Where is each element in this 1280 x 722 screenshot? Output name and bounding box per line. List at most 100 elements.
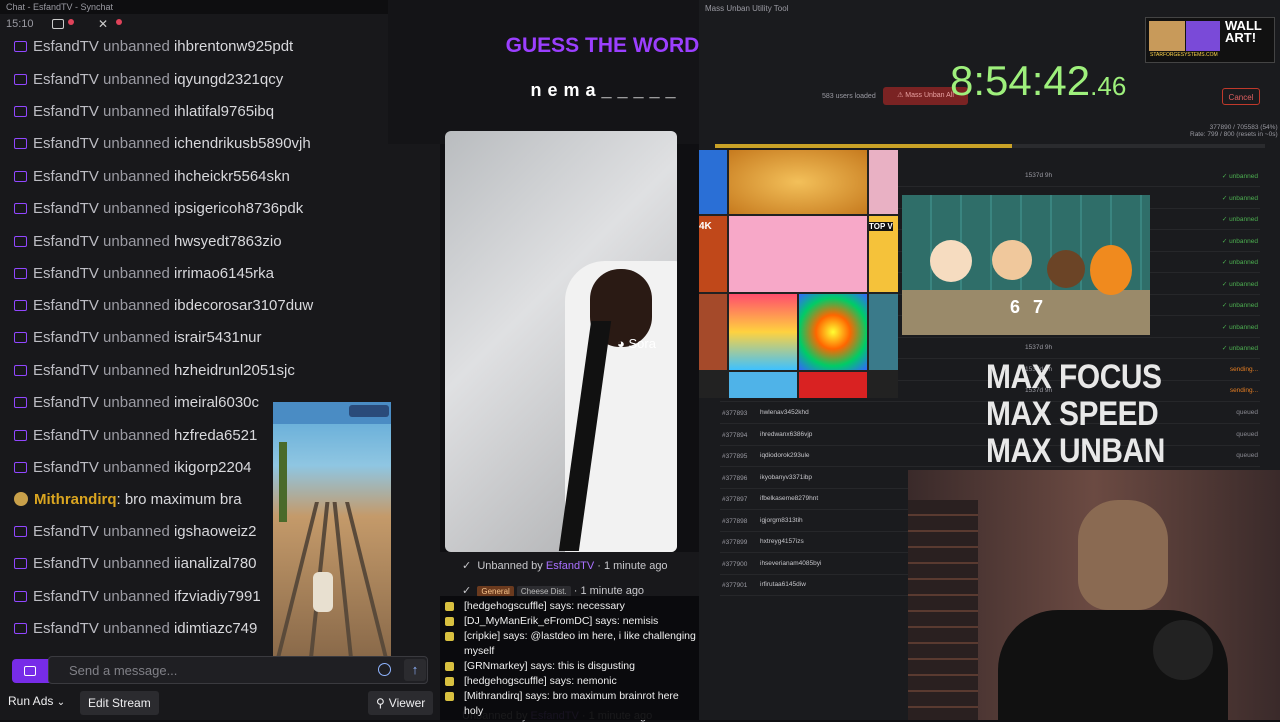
row-username: ifbelkaseme8279hnt [760,495,819,502]
row-id: #377896 [722,474,748,482]
row-status: ✓ unbanned [1221,345,1258,352]
row-username: irfirutaa6145diw [760,581,806,588]
chat-username[interactable]: EsfandTV [33,427,99,444]
chat-username[interactable]: EsfandTV [33,588,99,605]
mod-action-icon [14,558,27,569]
mod-action-icon [14,591,27,602]
chat-target-user[interactable]: ipsigericoh8736pdk [174,200,303,217]
chat-username[interactable]: EsfandTV [33,265,99,282]
chat-verb: unbanned [103,459,170,476]
chat-target-user[interactable]: ifzviadiy7991 [174,588,261,605]
chat-icon[interactable] [52,19,64,29]
progress-text: 377890 / 705583 (54%) Rate: 799 / 800 (re… [1190,124,1278,138]
chat-username[interactable]: EsfandTV [33,523,99,540]
chat-message: EsfandTV unbanned hzfreda6521 [14,427,257,444]
chat-username[interactable]: EsfandTV [33,38,99,55]
chat-target-user[interactable]: israir5431nur [174,329,262,346]
chat-username[interactable]: EsfandTV [33,297,99,314]
chat-message: EsfandTV unbanned irrimao6145rka [14,265,274,282]
chat-target-user[interactable]: ihlatifal9765ibq [174,103,274,120]
runner-character [313,572,333,612]
chat-message-text: : bro maximum bra [116,491,242,508]
chat-window-title: Chat - EsfandTV - Synchat [0,0,440,14]
chat-target-user[interactable]: hwsyedt7863zio [174,233,282,250]
chat-username[interactable]: EsfandTV [33,459,99,476]
sora-video: ◕ Sora [445,131,677,552]
ban-duration: 1537d 9h [1025,172,1053,179]
chat-message: EsfandTV unbanned ihcheickr5564skn [14,168,290,185]
tts-message: [hedgehogscuffle] says: nemonic [464,675,617,687]
cancel-button[interactable]: Cancel [1222,88,1260,105]
chat-username[interactable]: EsfandTV [33,200,99,217]
timer-main: 8:54:42 [950,57,1091,104]
chat-username[interactable]: Mithrandirq [34,491,117,508]
tts-speaker-icon [445,662,454,671]
tts-message: [cripkie] says: @lastdeo im here, i like… [464,630,696,642]
edit-stream-button[interactable]: Edit Stream [80,691,159,715]
row-username: igjorgm8313tih [760,516,803,524]
chat-target-user[interactable]: ichendrikusb5890vjh [174,135,311,152]
chat-username[interactable]: EsfandTV [33,233,99,250]
mod-tools-icon[interactable]: ✕ [98,17,108,31]
chat-username[interactable]: EsfandTV [33,394,99,411]
chat-username[interactable]: EsfandTV [33,555,99,572]
chat-target-user[interactable]: hzheidrunl2051sjc [174,362,295,379]
tts-speaker-icon [445,677,454,686]
chat-username[interactable]: EsfandTV [33,362,99,379]
chat-username[interactable]: EsfandTV [33,620,99,637]
emote-picker-icon[interactable] [378,663,391,676]
wall-art-sub: STARFORGESYSTEMS.COM [1150,52,1218,58]
chat-username[interactable]: EsfandTV [33,168,99,185]
character-butters [930,240,972,282]
streamer-head [1078,500,1168,610]
chat-username[interactable]: EsfandTV [33,329,99,346]
chat-target-user[interactable]: ibdecorosar3107duw [174,297,313,314]
row-id: #377898 [722,517,748,525]
chat-verb: unbanned [103,71,170,88]
progress-count: 377890 / 705583 (54%) [1209,124,1278,131]
row-status: ✓ unbanned [1221,302,1258,309]
mod-action-icon [14,526,27,537]
run-ads-button[interactable]: Run Ads ⌄ [8,694,65,708]
character-token [1047,250,1085,288]
chat-target-user[interactable]: hzfreda6521 [174,427,257,444]
chat-verb: unbanned [103,620,170,637]
sora-label: Sora [628,336,656,351]
chat-message: EsfandTV unbanned ikigorp2204 [14,459,252,476]
chat-message: EsfandTV unbanned imeiral6030c [14,394,259,411]
chat-message: EsfandTV unbanned hzheidrunl2051sjc [14,362,295,379]
chat-target-user[interactable]: ihcheickr5564skn [174,168,290,185]
chat-message-input[interactable]: Send a message... [48,656,428,684]
chat-username[interactable]: EsfandTV [33,103,99,120]
chat-verb: unbanned [103,233,170,250]
subway-surfers-video [273,402,391,656]
mod-action-icon [14,268,27,279]
chat-target-user[interactable]: iianalizal780 [174,555,257,572]
streamer-webcam [908,470,1280,720]
mod-action-icon [14,203,27,214]
score-box [349,405,389,417]
chat-username[interactable]: EsfandTV [33,71,99,88]
max-line-2: MAX SPEED [986,395,1159,433]
chat-verb: unbanned [103,103,170,120]
chat-target-user[interactable]: imeiral6030c [174,394,259,411]
row-username: iqdiodorok293ule [760,452,810,459]
row-status: sending... [1229,365,1258,373]
chat-target-user[interactable]: iqyungd2321qcy [174,71,283,88]
send-arrow-icon[interactable]: ↑ [404,659,426,681]
chat-username[interactable]: EsfandTV [33,135,99,152]
row-status: queued [1236,452,1258,459]
chat-target-user[interactable]: ihbrentonw925pdt [174,38,293,55]
chat-target-user[interactable]: igshaoweiz2 [174,523,257,540]
row-username: ihseverianam4085byi [760,559,822,567]
row-status: ✓ unbanned [1221,173,1258,180]
sora-logo-icon: ◕ [617,336,625,351]
viewer-button[interactable]: ⚲ Viewer [368,691,434,715]
sp-overlay-number: 6 7 [1010,297,1048,317]
tts-speaker-icon [445,632,454,641]
chat-target-user[interactable]: idimtiazc749 [174,620,257,637]
chat-target-user[interactable]: ikigorp2204 [174,459,252,476]
tts-message: [hedgehogscuffle] says: necessary [464,600,625,612]
chat-target-user[interactable]: irrimao6145rka [174,265,274,282]
user-badge-icon [14,492,28,506]
